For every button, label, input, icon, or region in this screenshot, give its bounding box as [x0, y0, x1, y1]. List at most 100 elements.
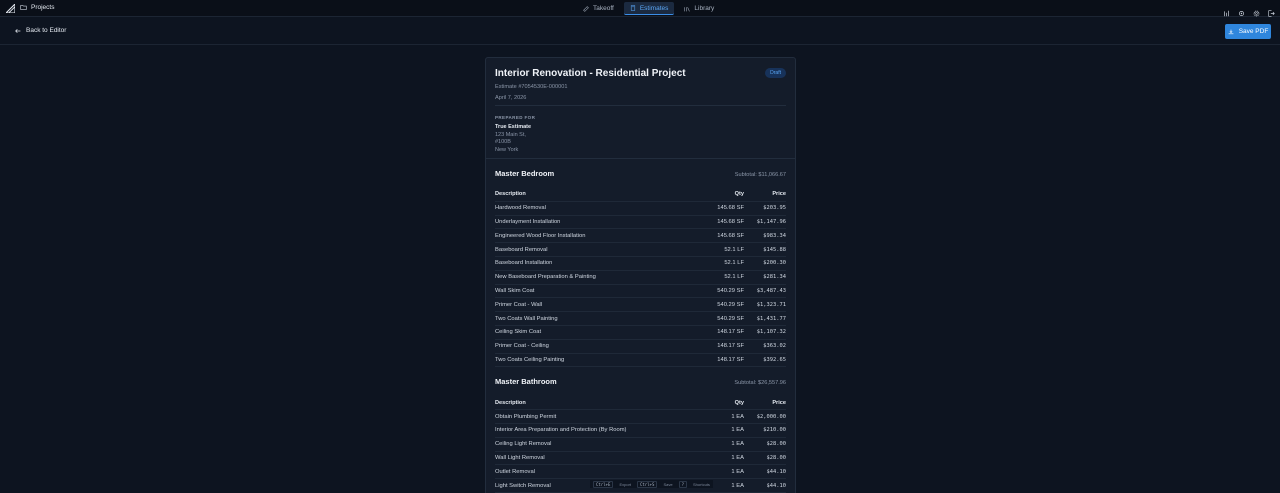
header-description: Description: [495, 399, 526, 406]
analytics-icon[interactable]: [1223, 4, 1230, 17]
shortcut-label: Save: [663, 481, 673, 487]
item-qty: 1 EA: [731, 441, 744, 448]
divider: [495, 105, 786, 106]
section-subtotal: Subtotal: $11,066.67: [734, 172, 786, 178]
client-name: True Estimate: [495, 124, 532, 130]
item-description: Baseboard Installation: [495, 260, 553, 267]
address-line-2: #100B: [495, 139, 511, 145]
item-description: Two Coats Ceiling Painting: [495, 356, 565, 363]
item-description: Two Coats Wall Painting: [495, 315, 558, 322]
item-description: Hardwood Removal: [495, 205, 546, 212]
item-qty: 52.1 LF: [724, 260, 744, 267]
logout-icon[interactable]: [1268, 4, 1275, 17]
item-qty: 1 EA: [731, 427, 744, 434]
table-header: Description Qty Price: [495, 396, 786, 411]
estimate-number: Estimate #7054530E-000001: [495, 84, 568, 90]
section-master-bedroom: Master Bedroom Subtotal: $11,066.67 Desc…: [486, 159, 795, 368]
item-description: Wall Skim Coat: [495, 287, 535, 294]
estimate-document: Interior Renovation - Residential Projec…: [485, 57, 796, 493]
table-row: Wall Light Removal 1 EA $28.00: [495, 452, 786, 466]
tab-takeoff-label: Takeoff: [593, 5, 614, 12]
item-price: $281.34: [763, 274, 786, 281]
item-qty: 145.68 SF: [717, 205, 744, 212]
shortcut-key: Ctrl+E: [593, 480, 614, 488]
item-qty: 540.29 SF: [717, 301, 744, 308]
section-rows: Hardwood Removal 145.68 SF $203.95 Underlay…: [495, 202, 786, 368]
item-price: $210.00: [763, 427, 786, 434]
item-price: $28.00: [766, 441, 786, 448]
item-price: $363.02: [763, 343, 786, 350]
item-price: $200.30: [763, 260, 786, 267]
header-qty: Qty: [734, 399, 744, 406]
item-description: Primer Coat - Wall: [495, 301, 543, 308]
item-price: $3,487.43: [756, 287, 786, 294]
table-row: Obtain Plumbing Permit 1 EA $2,000.00: [495, 410, 786, 424]
table-row: Two Coats Wall Painting 540.29 SF $1,431.7…: [495, 312, 786, 326]
document-title: Interior Renovation - Residential Projec…: [495, 68, 686, 79]
item-price: $1,107.32: [756, 329, 786, 336]
item-price: $983.34: [763, 232, 786, 239]
app-logo-icon[interactable]: [6, 4, 15, 13]
gear-icon[interactable]: [1253, 4, 1260, 17]
item-description: Ceiling Skim Coat: [495, 329, 542, 336]
item-qty: 540.29 SF: [717, 315, 744, 322]
table-row: Baseboard Installation 52.1 LF $200.30: [495, 257, 786, 271]
item-price: $44.10: [766, 468, 786, 475]
item-description: Underlayment Installation: [495, 218, 561, 225]
section-subtotal: Subtotal: $26,557.96: [734, 380, 786, 387]
settings-icon[interactable]: [1238, 4, 1245, 16]
shortcut-label: Shortcuts: [693, 481, 710, 487]
main-tabs: Takeoff Estimates Library: [577, 2, 720, 15]
item-qty: 148.17 SF: [717, 343, 744, 350]
tab-library[interactable]: Library: [678, 2, 720, 15]
back-to-editor-button[interactable]: Back to Editor: [15, 27, 66, 34]
item-price: $28.00: [766, 454, 786, 461]
header-price: Price: [772, 191, 786, 198]
item-qty: 52.1 LF: [724, 274, 744, 281]
item-description: Primer Coat - Ceiling: [495, 343, 549, 350]
item-qty: 1 EA: [731, 454, 744, 461]
item-qty: 1 EA: [731, 468, 744, 475]
table-row: Primer Coat - Wall 540.29 SF $1,323.71: [495, 298, 786, 313]
projects-link[interactable]: Projects: [20, 4, 54, 11]
item-price: $44.10: [766, 482, 786, 489]
table-row: New Baseboard Preparation & Painting 52.1…: [495, 271, 786, 285]
header-qty: Qty: [734, 191, 744, 198]
section-title: Master Bedroom: [495, 169, 555, 178]
projects-label: Projects: [31, 4, 55, 11]
item-price: $1,147.96: [756, 218, 786, 225]
table-row: Primer Coat - Ceiling 148.17 SF $363.02: [495, 340, 786, 354]
ruler-icon: [583, 5, 589, 12]
back-label: Back to Editor: [26, 27, 67, 34]
section-master-bathroom: Master Bathroom Subtotal: $26,557.96 Des…: [486, 367, 795, 493]
item-price: $145.88: [763, 246, 786, 253]
item-qty: 145.68 SF: [717, 218, 744, 225]
tab-estimates[interactable]: Estimates: [623, 2, 675, 15]
editor-subbar: Back to Editor Save PDF: [0, 17, 1280, 45]
item-description: Ceiling Light Removal: [495, 441, 552, 448]
folder-icon: [20, 5, 27, 10]
tab-takeoff[interactable]: Takeoff: [577, 2, 620, 15]
table-row: Two Coats Ceiling Painting 148.17 SF $392.…: [495, 354, 786, 368]
item-description: Outlet Removal: [495, 468, 535, 475]
calculator-icon: [630, 5, 635, 11]
header-price: Price: [772, 399, 786, 406]
item-description: Engineered Wood Floor Installation: [495, 232, 586, 239]
table-row: Outlet Removal 1 EA $44.10: [495, 465, 786, 480]
save-pdf-button[interactable]: Save PDF: [1225, 24, 1271, 39]
item-description: Interior Area Preparation and Protection…: [495, 427, 627, 434]
status-badge: Draft: [765, 68, 786, 78]
table-row: Ceiling Light Removal 1 EA $28.00: [495, 438, 786, 452]
shortcut-key: Ctrl+S: [637, 480, 658, 488]
header-description: Description: [495, 191, 526, 198]
estimate-date: April 7, 2026: [495, 95, 527, 101]
item-description: Baseboard Removal: [495, 246, 548, 253]
item-qty: 148.17 SF: [717, 356, 744, 363]
table-row: Underlayment Installation 145.68 SF $1,147…: [495, 216, 786, 230]
section-header: Master Bedroom Subtotal: $11,066.67: [495, 159, 786, 188]
item-qty: 1 EA: [731, 413, 744, 420]
item-description: Obtain Plumbing Permit: [495, 413, 557, 420]
section-title: Master Bathroom: [495, 377, 557, 387]
table-row: Engineered Wood Floor Installation 145.68…: [495, 229, 786, 244]
item-qty: 52.1 LF: [724, 246, 744, 253]
